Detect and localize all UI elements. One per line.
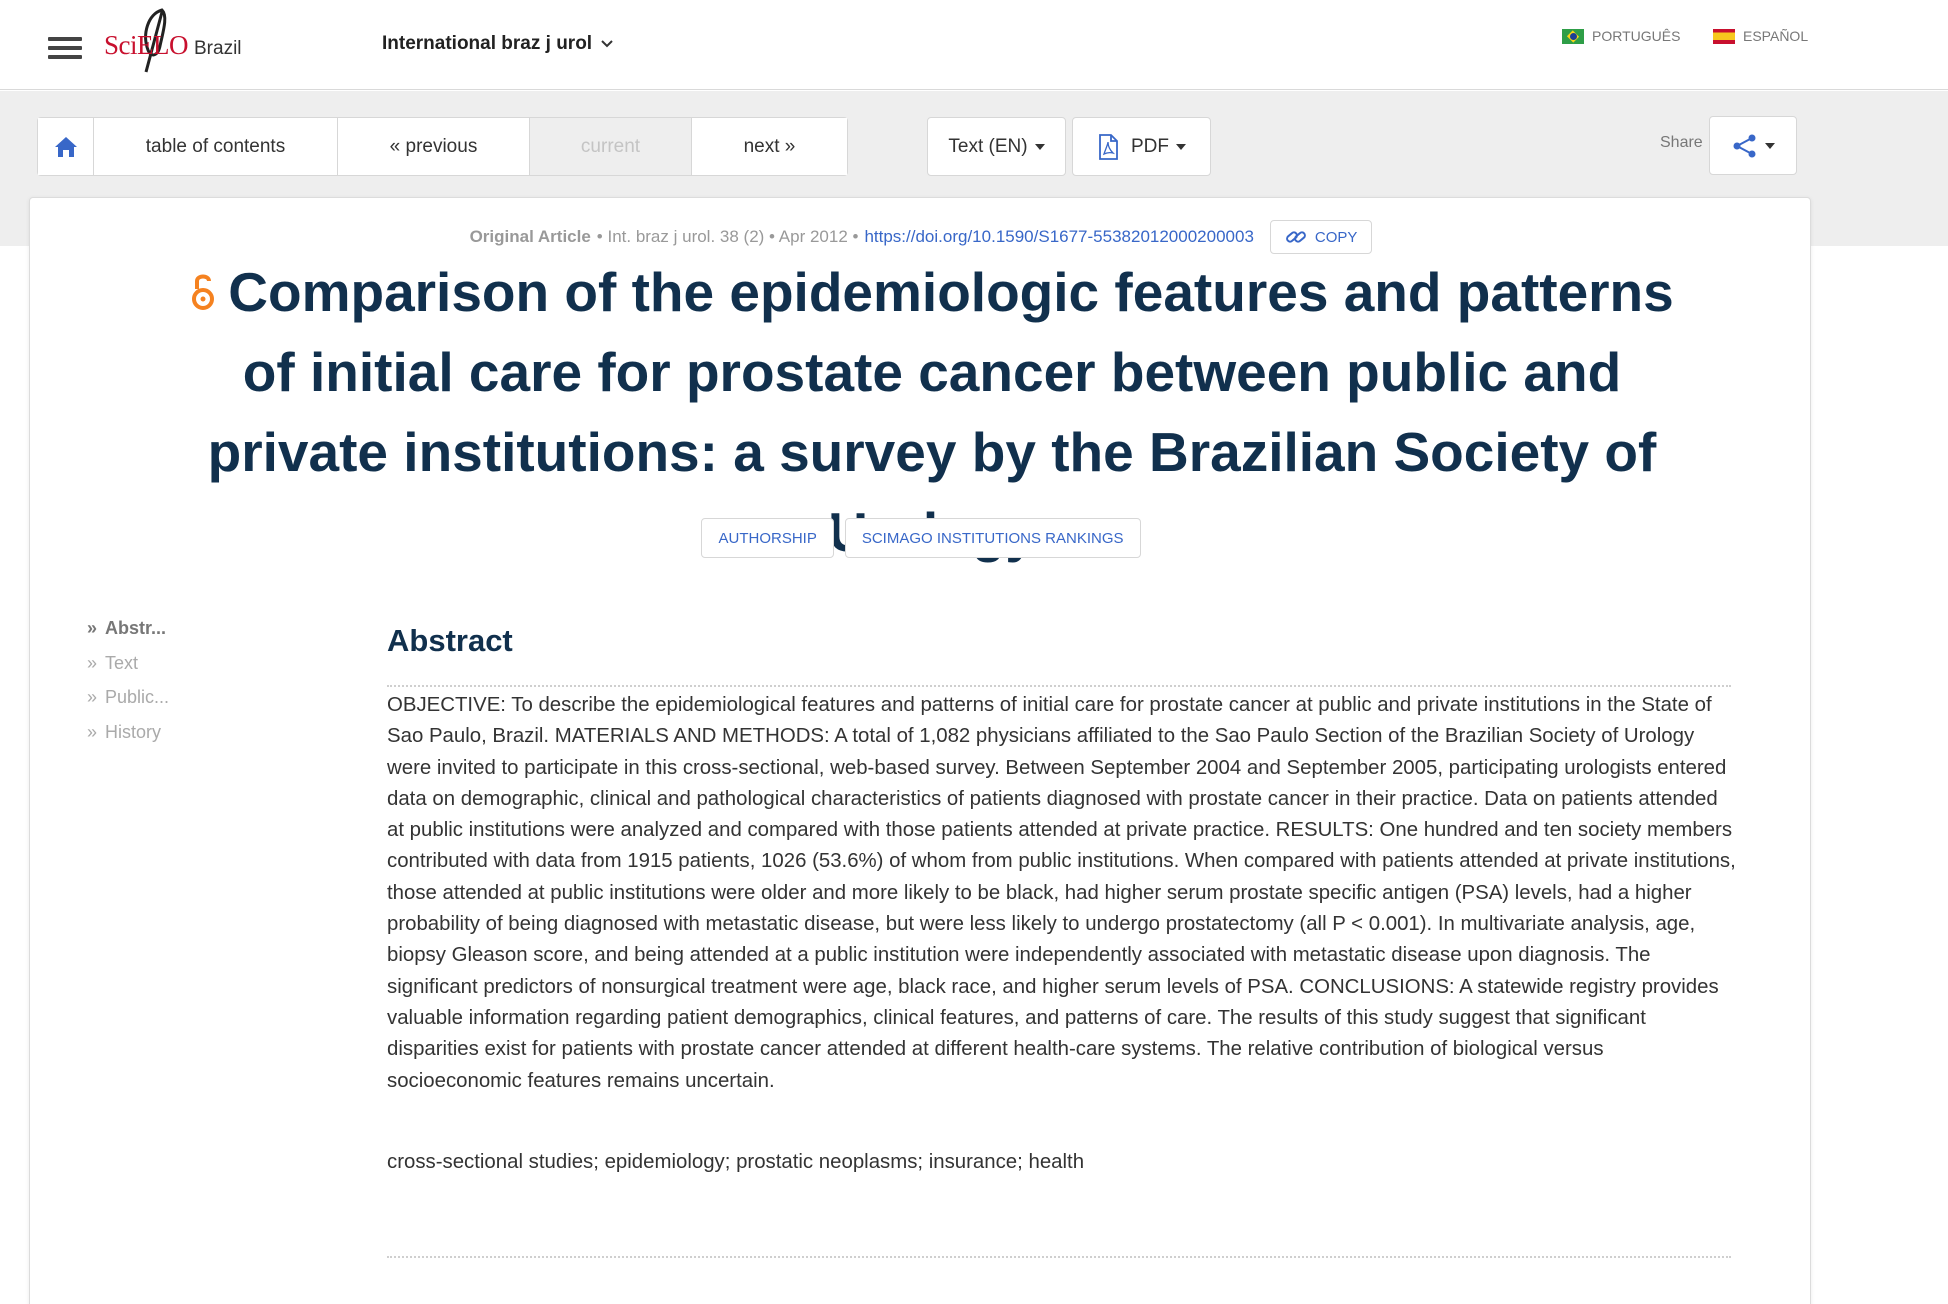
section-nav: » Abstr... » Text » Public... » History bbox=[87, 618, 169, 756]
pdf-file-icon bbox=[1099, 133, 1118, 160]
authorship-button[interactable]: AUTHORSHIP bbox=[701, 518, 834, 558]
sidenav-label: Text bbox=[105, 652, 139, 673]
text-language-label: Text (EN) bbox=[948, 135, 1028, 157]
doi-link[interactable]: https://doi.org/10.1590/S1677-5538201200… bbox=[864, 227, 1253, 247]
caret-down-icon bbox=[1176, 143, 1186, 150]
previous-button[interactable]: « previous bbox=[338, 118, 530, 175]
sidenav-item-abstract[interactable]: » Abstr... bbox=[87, 618, 169, 653]
share-label: Share bbox=[1660, 134, 1703, 151]
copy-doi-button[interactable]: COPY bbox=[1269, 220, 1373, 254]
keywords: cross-sectional studies; epidemiology; p… bbox=[387, 1151, 1085, 1173]
text-language-dropdown[interactable]: Text (EN) bbox=[927, 117, 1066, 176]
logo-country: Brazil bbox=[194, 38, 242, 59]
sidenav-item-text[interactable]: » Text bbox=[87, 653, 169, 688]
home-icon bbox=[54, 136, 77, 157]
article-type: Original Article bbox=[469, 227, 591, 246]
spain-flag-icon bbox=[1713, 28, 1735, 44]
pdf-label: PDF bbox=[1131, 135, 1169, 157]
next-button[interactable]: next » bbox=[692, 118, 847, 175]
sidenav-item-history[interactable]: » History bbox=[87, 722, 169, 757]
sidenav-label: Public... bbox=[105, 687, 170, 707]
share-icon bbox=[1733, 134, 1755, 157]
article-card: Original Article • Int. braz j urol. 38 … bbox=[29, 197, 1811, 1304]
caret-down-icon bbox=[1034, 143, 1045, 150]
scimago-button[interactable]: SCIMAGO INSTITUTIONS RANKINGS bbox=[844, 518, 1141, 558]
brazil-flag-icon bbox=[1562, 28, 1584, 44]
copy-label: COPY bbox=[1314, 228, 1358, 246]
citation: • Int. braz j urol. 38 (2) • Apr 2012 • bbox=[596, 227, 859, 246]
logo-text: SciELO bbox=[104, 30, 189, 60]
chevron-down-icon bbox=[600, 33, 614, 55]
menu-icon[interactable] bbox=[48, 37, 82, 61]
lang-label: PORTUGUÊS bbox=[1592, 28, 1681, 44]
article-tags: AUTHORSHIP SCIMAGO INSTITUTIONS RANKINGS bbox=[30, 518, 1812, 558]
lang-label: ESPAÑOL bbox=[1743, 28, 1809, 44]
divider bbox=[387, 1256, 1731, 1258]
article-meta: Original Article • Int. braz j urol. 38 … bbox=[30, 220, 1812, 254]
pdf-dropdown[interactable]: PDF bbox=[1072, 117, 1211, 176]
share-button[interactable] bbox=[1709, 116, 1797, 175]
link-icon bbox=[1285, 231, 1306, 243]
sidenav-label: History bbox=[105, 721, 162, 742]
sidenav-item-publication[interactable]: » Public... bbox=[87, 687, 169, 722]
open-access-icon bbox=[190, 252, 216, 332]
scielo-logo[interactable]: SciELO Brazil bbox=[104, 6, 254, 76]
journal-selector[interactable]: International braz j urol bbox=[382, 33, 614, 55]
toc-button[interactable]: table of contents bbox=[94, 118, 338, 175]
home-button[interactable] bbox=[38, 118, 94, 175]
divider bbox=[387, 685, 1731, 687]
abstract-body: OBJECTIVE: To describe the epidemiologic… bbox=[387, 694, 1736, 1092]
sidenav-label: Abstr... bbox=[105, 618, 167, 638]
top-header: SciELO Brazil International braz j urol … bbox=[0, 0, 1948, 90]
article-nav: table of contents « previous current nex… bbox=[37, 117, 848, 176]
current-button: current bbox=[530, 118, 692, 175]
lang-espanol[interactable]: ESPAÑOL bbox=[1713, 28, 1808, 44]
lang-portugues[interactable]: PORTUGUÊS bbox=[1562, 28, 1680, 44]
journal-name: International braz j urol bbox=[382, 33, 593, 54]
abstract-heading: Abstract bbox=[387, 623, 513, 658]
caret-down-icon bbox=[1764, 142, 1775, 149]
